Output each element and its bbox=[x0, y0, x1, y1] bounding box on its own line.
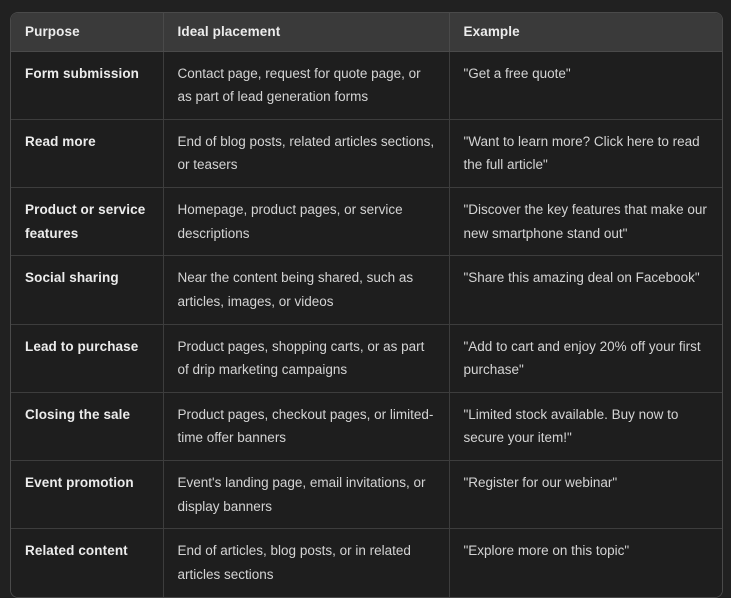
cell-example: "Register for our webinar" bbox=[449, 460, 722, 530]
cell-ideal-placement: Event's landing page, email invitations,… bbox=[163, 460, 450, 530]
table-header: Purpose Ideal placement Example bbox=[11, 13, 722, 52]
table-row: Read more End of blog posts, related art… bbox=[11, 119, 722, 189]
cell-ideal-placement: Near the content being shared, such as a… bbox=[163, 255, 450, 325]
cell-purpose: Social sharing bbox=[11, 255, 164, 325]
cell-ideal-placement: End of blog posts, related articles sect… bbox=[163, 119, 450, 189]
cell-ideal-placement: Contact page, request for quote page, or… bbox=[163, 51, 450, 120]
cta-purpose-table: Purpose Ideal placement Example Form sub… bbox=[11, 13, 722, 597]
cell-purpose: Related content bbox=[11, 528, 164, 597]
cell-example: "Want to learn more? Click here to read … bbox=[449, 119, 722, 189]
cell-ideal-placement: Product pages, checkout pages, or limite… bbox=[163, 392, 450, 462]
table-row: Lead to purchase Product pages, shopping… bbox=[11, 324, 722, 393]
cell-purpose: Read more bbox=[11, 119, 164, 189]
table-row: Product or service features Homepage, pr… bbox=[11, 187, 722, 257]
cell-example: "Limited stock available. Buy now to sec… bbox=[449, 392, 722, 462]
cell-purpose: Event promotion bbox=[11, 460, 164, 530]
cell-purpose: Closing the sale bbox=[11, 392, 164, 462]
cell-example: "Explore more on this topic" bbox=[449, 528, 722, 597]
table-row: Related content End of articles, blog po… bbox=[11, 528, 722, 597]
table-header-row: Purpose Ideal placement Example bbox=[11, 13, 722, 52]
column-header-purpose: Purpose bbox=[11, 13, 164, 52]
table-row: Closing the sale Product pages, checkout… bbox=[11, 392, 722, 462]
cell-ideal-placement: Product pages, shopping carts, or as par… bbox=[163, 324, 450, 393]
cell-ideal-placement: Homepage, product pages, or service desc… bbox=[163, 187, 450, 257]
table-row: Social sharing Near the content being sh… bbox=[11, 255, 722, 325]
page-root: Purpose Ideal placement Example Form sub… bbox=[0, 0, 731, 598]
table-row: Form submission Contact page, request fo… bbox=[11, 51, 722, 120]
cell-purpose: Lead to purchase bbox=[11, 324, 164, 393]
table-body: Form submission Contact page, request fo… bbox=[11, 51, 722, 597]
cta-table-container: Purpose Ideal placement Example Form sub… bbox=[10, 12, 723, 598]
column-header-ideal-placement: Ideal placement bbox=[163, 13, 450, 52]
column-header-example: Example bbox=[449, 13, 722, 52]
cell-example: "Share this amazing deal on Facebook" bbox=[449, 255, 722, 325]
cell-ideal-placement: End of articles, blog posts, or in relat… bbox=[163, 528, 450, 597]
cell-example: "Add to cart and enjoy 20% off your firs… bbox=[449, 324, 722, 393]
cell-purpose: Product or service features bbox=[11, 187, 164, 257]
cell-purpose: Form submission bbox=[11, 51, 164, 120]
cell-example: "Get a free quote" bbox=[449, 51, 722, 120]
cell-example: "Discover the key features that make our… bbox=[449, 187, 722, 257]
table-row: Event promotion Event's landing page, em… bbox=[11, 460, 722, 530]
